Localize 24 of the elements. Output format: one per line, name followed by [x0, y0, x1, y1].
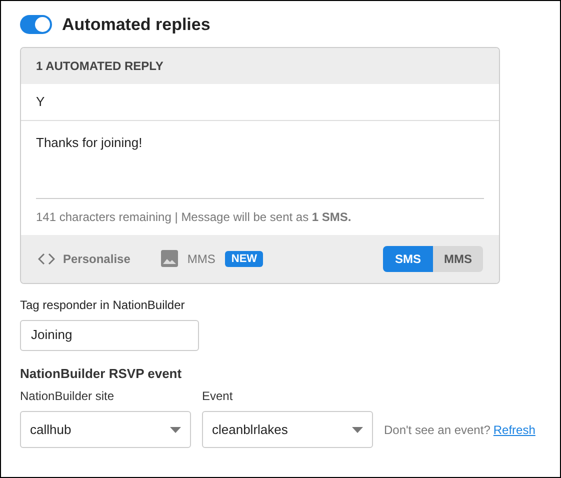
- image-icon: [161, 250, 178, 267]
- select-label: Event: [202, 388, 234, 405]
- select-label: NationBuilder site: [20, 388, 116, 405]
- dropdown[interactable]: callhub: [20, 411, 191, 448]
- tag-label: Tag responder in NationBuilder: [20, 296, 186, 314]
- dropdown[interactable]: cleanblrlakes: [202, 411, 373, 448]
- character-counter: 141 characters remaining | Message will be sent as 1 SMS.: [36, 208, 352, 226]
- keyword-text: Y: [36, 92, 45, 111]
- card-header: 1 AUTOMATED REPLY: [36, 58, 164, 74]
- section-title: Automated replies: [62, 14, 210, 36]
- tag-input[interactable]: Joining: [20, 320, 199, 350]
- mms-button[interactable]: MMS: [187, 250, 216, 268]
- refresh-link[interactable]: Refresh: [493, 420, 536, 438]
- code-icon: [38, 252, 55, 264]
- caret-icon: [170, 426, 181, 432]
- personalise-button[interactable]: Personalise: [63, 250, 130, 268]
- mode-tab[interactable]: MMS: [433, 246, 483, 272]
- caret-icon: [352, 426, 363, 432]
- toggle-switch[interactable]: [20, 15, 52, 34]
- event-hint: Don't see an event?: [384, 422, 490, 438]
- mode-tab[interactable]: SMS: [383, 246, 433, 272]
- message-text[interactable]: Thanks for joining!: [36, 132, 484, 152]
- new-badge: NEW: [225, 250, 264, 266]
- rsvp-heading: NationBuilder RSVP event: [20, 364, 183, 382]
